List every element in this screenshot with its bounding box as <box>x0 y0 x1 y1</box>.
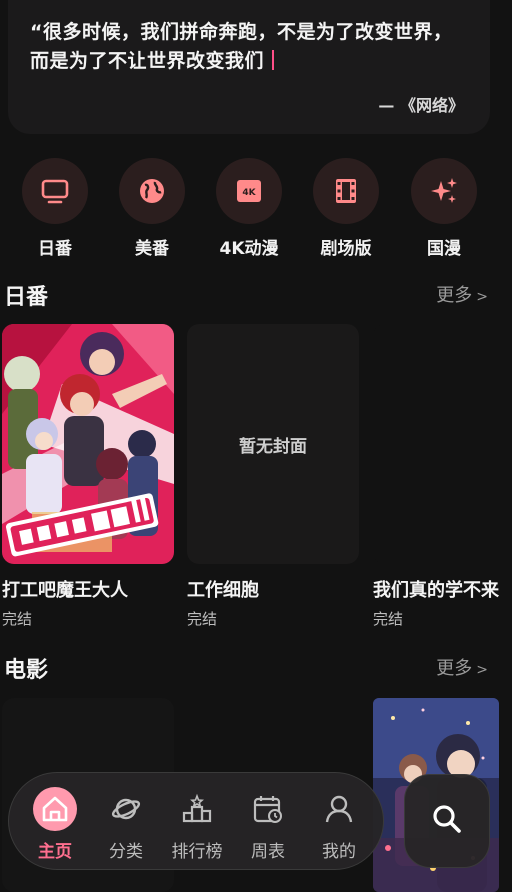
text-caret <box>272 50 275 70</box>
section-header-japanese: 日番 更多 > <box>0 279 512 311</box>
search-button[interactable] <box>404 774 490 868</box>
chevron-right-icon: > <box>476 662 488 678</box>
planet-icon <box>104 787 148 831</box>
home-icon <box>33 787 77 831</box>
nav-home[interactable]: 主页 <box>24 787 86 862</box>
section-header-movies: 电影 更多 > <box>0 652 512 684</box>
tv-icon <box>22 158 88 224</box>
quote-source: — 《网络》 <box>378 96 464 115</box>
no-cover-text: 暂无封面 <box>239 436 307 457</box>
category-row: 日番 美番 4K 4K动漫 剧场版 国漫 <box>0 158 512 262</box>
more-label: 更多 <box>436 285 473 306</box>
nav-label: 周表 <box>251 842 285 862</box>
category-theatrical[interactable]: 剧场版 <box>306 158 386 259</box>
card-status: 完结 <box>2 610 33 628</box>
calendar-icon <box>246 787 290 831</box>
category-label: 4K动漫 <box>219 239 279 259</box>
category-chinese[interactable]: 国漫 <box>404 158 484 259</box>
nav-label: 排行榜 <box>171 842 223 862</box>
category-4k[interactable]: 4K 4K动漫 <box>209 158 289 259</box>
nav-schedule[interactable]: 周表 <box>237 787 299 862</box>
category-label: 国漫 <box>427 239 461 259</box>
film-icon <box>313 158 379 224</box>
nav-label: 主页 <box>38 842 72 862</box>
quote-text-content: “很多时候，我们拼命奔跑，不是为了改变世界，而是为了不让世界改变我们 <box>30 21 453 72</box>
card-title: 工作细胞 <box>187 580 259 601</box>
sparkle-icon <box>411 158 477 224</box>
nav-label: 我的 <box>322 842 356 862</box>
bottom-nav-bar: 主页 分类 排行榜 周表 我的 <box>8 772 384 870</box>
anime-card[interactable]: 我们真的学不来 完结 <box>373 324 512 629</box>
more-link[interactable]: 更多 > <box>436 281 488 307</box>
nav-categories[interactable]: 分类 <box>95 787 157 862</box>
card-status: 完结 <box>187 610 218 628</box>
anime-card[interactable]: 打工吧魔王大人 完结 <box>2 324 174 629</box>
chevron-right-icon: > <box>476 289 488 305</box>
globe-icon <box>119 158 185 224</box>
more-label: 更多 <box>436 658 473 679</box>
nav-profile[interactable]: 我的 <box>308 787 370 862</box>
section-title: 日番 <box>4 285 49 310</box>
category-american[interactable]: 美番 <box>112 158 192 259</box>
category-japanese[interactable]: 日番 <box>15 158 95 259</box>
poster-placeholder: 暂无封面 <box>187 324 359 564</box>
category-label: 日番 <box>38 239 72 259</box>
svg-text:4K: 4K <box>242 188 256 198</box>
more-link[interactable]: 更多 > <box>436 654 488 680</box>
quote-card: “很多时候，我们拼命奔跑，不是为了改变世界，而是为了不让世界改变我们 — 《网络… <box>8 0 490 134</box>
category-label: 美番 <box>135 239 169 259</box>
poster-placeholder <box>373 324 512 564</box>
category-label: 剧场版 <box>320 239 372 259</box>
quote-text: “很多时候，我们拼命奔跑，不是为了改变世界，而是为了不让世界改变我们 <box>30 18 468 76</box>
section-title: 电影 <box>4 658 49 683</box>
4k-icon: 4K <box>216 158 282 224</box>
nav-label: 分类 <box>109 842 143 862</box>
poster-image <box>2 324 174 564</box>
search-icon <box>431 803 463 839</box>
podium-icon <box>175 787 219 831</box>
nav-rankings[interactable]: 排行榜 <box>166 787 228 862</box>
user-icon <box>317 787 361 831</box>
card-title: 我们真的学不来 <box>373 580 499 601</box>
card-title: 打工吧魔王大人 <box>2 580 128 601</box>
anime-card[interactable]: 暂无封面 工作细胞 完结 <box>187 324 359 629</box>
card-status: 完结 <box>373 610 404 628</box>
